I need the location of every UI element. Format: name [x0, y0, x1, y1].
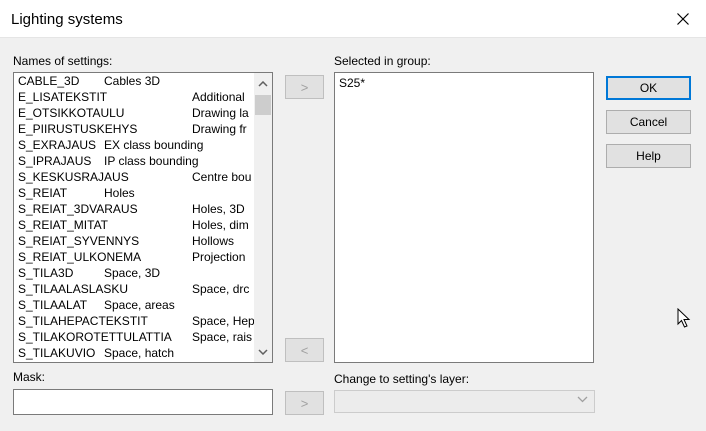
add-to-group-button[interactable]: >	[285, 75, 324, 99]
setting-description: Space, Hep	[192, 314, 254, 328]
list-item[interactable]: S_REIAT_3DVARAUS Holes, 3D	[14, 201, 254, 217]
list-item[interactable]: S_TILAHEPACTEKSTIT Space, Hep	[14, 313, 254, 329]
chevron-down-icon	[577, 396, 588, 403]
layer-combo[interactable]	[334, 390, 595, 413]
setting-description: EX class bounding	[104, 138, 204, 152]
close-icon	[677, 12, 689, 25]
list-item[interactable]: S_TILAKUVIO Space, hatch	[14, 345, 254, 361]
setting-name: S_REIAT_3DVARAUS	[18, 202, 138, 216]
setting-name: E_OTSIKKOTAULU	[18, 106, 125, 120]
setting-description: Space, drc	[192, 282, 250, 296]
remove-from-group-button[interactable]: <	[285, 338, 324, 362]
setting-description: Space, 3D	[104, 266, 161, 280]
setting-name: S_TILAALASLASKU	[18, 282, 129, 296]
selected-in-group-label: Selected in group:	[334, 54, 431, 68]
list-item[interactable]: CABLE_3D Cables 3D	[14, 73, 254, 89]
selected-group-listbox[interactable]: S25*	[334, 72, 594, 363]
setting-name: S_TILAKUVIO	[18, 346, 96, 360]
setting-name: E_LISATEKSTIT	[18, 90, 108, 104]
cancel-button[interactable]: Cancel	[606, 110, 691, 134]
apply-mask-button[interactable]: >	[285, 391, 324, 415]
ok-button[interactable]: OK	[606, 76, 691, 100]
list-item[interactable]: S_REIAT_MITAT Holes, dim	[14, 217, 254, 233]
setting-description: Space, rais	[192, 330, 253, 344]
mask-label: Mask:	[13, 370, 46, 384]
setting-description: Projection	[192, 250, 246, 264]
setting-description: Centre bou	[192, 170, 252, 184]
chevron-up-icon	[258, 80, 268, 87]
window-title: Lighting systems	[11, 11, 123, 28]
setting-name: CABLE_3D	[18, 74, 80, 88]
change-layer-label: Change to setting's layer:	[334, 372, 470, 386]
setting-name: S_REIAT_SYVENNYS	[18, 234, 140, 248]
setting-name: S_TILA3D	[18, 266, 74, 280]
setting-name: E_PIIRUSTUSKEHYS	[18, 122, 138, 136]
setting-description: Holes, dim	[192, 218, 249, 232]
list-item[interactable]: E_OTSIKKOTAULU Drawing la	[14, 105, 254, 121]
setting-name: S_REIAT_ULKONEMA	[18, 250, 142, 264]
setting-name: S_REIAT	[18, 186, 68, 200]
setting-name: S_TILAKOROTETTULATTIA	[18, 330, 172, 344]
setting-description: Space, areas	[104, 298, 175, 312]
list-item[interactable]: E_LISATEKSTIT Additional	[14, 89, 254, 105]
names-of-settings-label: Names of settings:	[13, 54, 113, 68]
list-item[interactable]: S_TILAKOROTETTULATTIA Space, rais	[14, 329, 254, 345]
title-bar: Lighting systems	[0, 0, 706, 38]
setting-name: S_EXRAJAUS	[18, 138, 97, 152]
settings-scrollbar[interactable]	[254, 73, 272, 362]
setting-name: S_TILAALAT	[18, 298, 88, 312]
list-item[interactable]: S_EXRAJAUS EX class bounding	[14, 137, 254, 153]
setting-name: S_REIAT_MITAT	[18, 218, 109, 232]
list-item[interactable]: S_KESKUSRAJAUS Centre bou	[14, 169, 254, 185]
help-button[interactable]: Help	[606, 144, 691, 168]
chevron-down-icon	[258, 348, 268, 355]
list-item[interactable]: S_TILA3D Space, 3D	[14, 265, 254, 281]
list-item[interactable]: S_REIAT_ULKONEMA Projection	[14, 249, 254, 265]
setting-description: Cables 3D	[104, 74, 161, 88]
setting-name: S_IPRAJAUS	[18, 154, 92, 168]
list-item[interactable]: S_REIAT Holes	[14, 185, 254, 201]
settings-listbox[interactable]: CABLE_3D Cables 3D E_LISATEKSTIT Additional…	[13, 72, 273, 363]
list-item[interactable]: S25*	[339, 76, 365, 90]
scroll-up-button[interactable]	[254, 75, 272, 92]
list-item[interactable]: E_PIIRUSTUSKEHYS Drawing fr	[14, 121, 254, 137]
list-item[interactable]: S_REIAT_SYVENNYS Hollows	[14, 233, 254, 249]
settings-rows: CABLE_3D Cables 3D E_LISATEKSTIT Additional…	[14, 73, 254, 361]
setting-description: Drawing la	[192, 106, 249, 120]
scroll-down-button[interactable]	[254, 343, 272, 360]
scroll-thumb[interactable]	[255, 95, 271, 115]
setting-description: Holes, 3D	[192, 202, 245, 216]
setting-name: S_KESKUSRAJAUS	[18, 170, 129, 184]
setting-description: Hollows	[192, 234, 235, 248]
setting-name: S_TILAHEPACTEKSTIT	[18, 314, 148, 328]
mouse-cursor-icon	[677, 308, 691, 328]
setting-description: Additional	[192, 90, 245, 104]
setting-description: Holes	[104, 186, 135, 200]
setting-description: IP class bounding	[104, 154, 199, 168]
list-item[interactable]: S_IPRAJAUS IP class bounding	[14, 153, 254, 169]
setting-description: Drawing fr	[192, 122, 247, 136]
setting-description: Space, hatch	[104, 346, 175, 360]
mask-input[interactable]	[13, 389, 273, 415]
list-item[interactable]: S_TILAALAT Space, areas	[14, 297, 254, 313]
close-button[interactable]	[660, 0, 706, 37]
list-item[interactable]: S_TILAALASLASKU Space, drc	[14, 281, 254, 297]
